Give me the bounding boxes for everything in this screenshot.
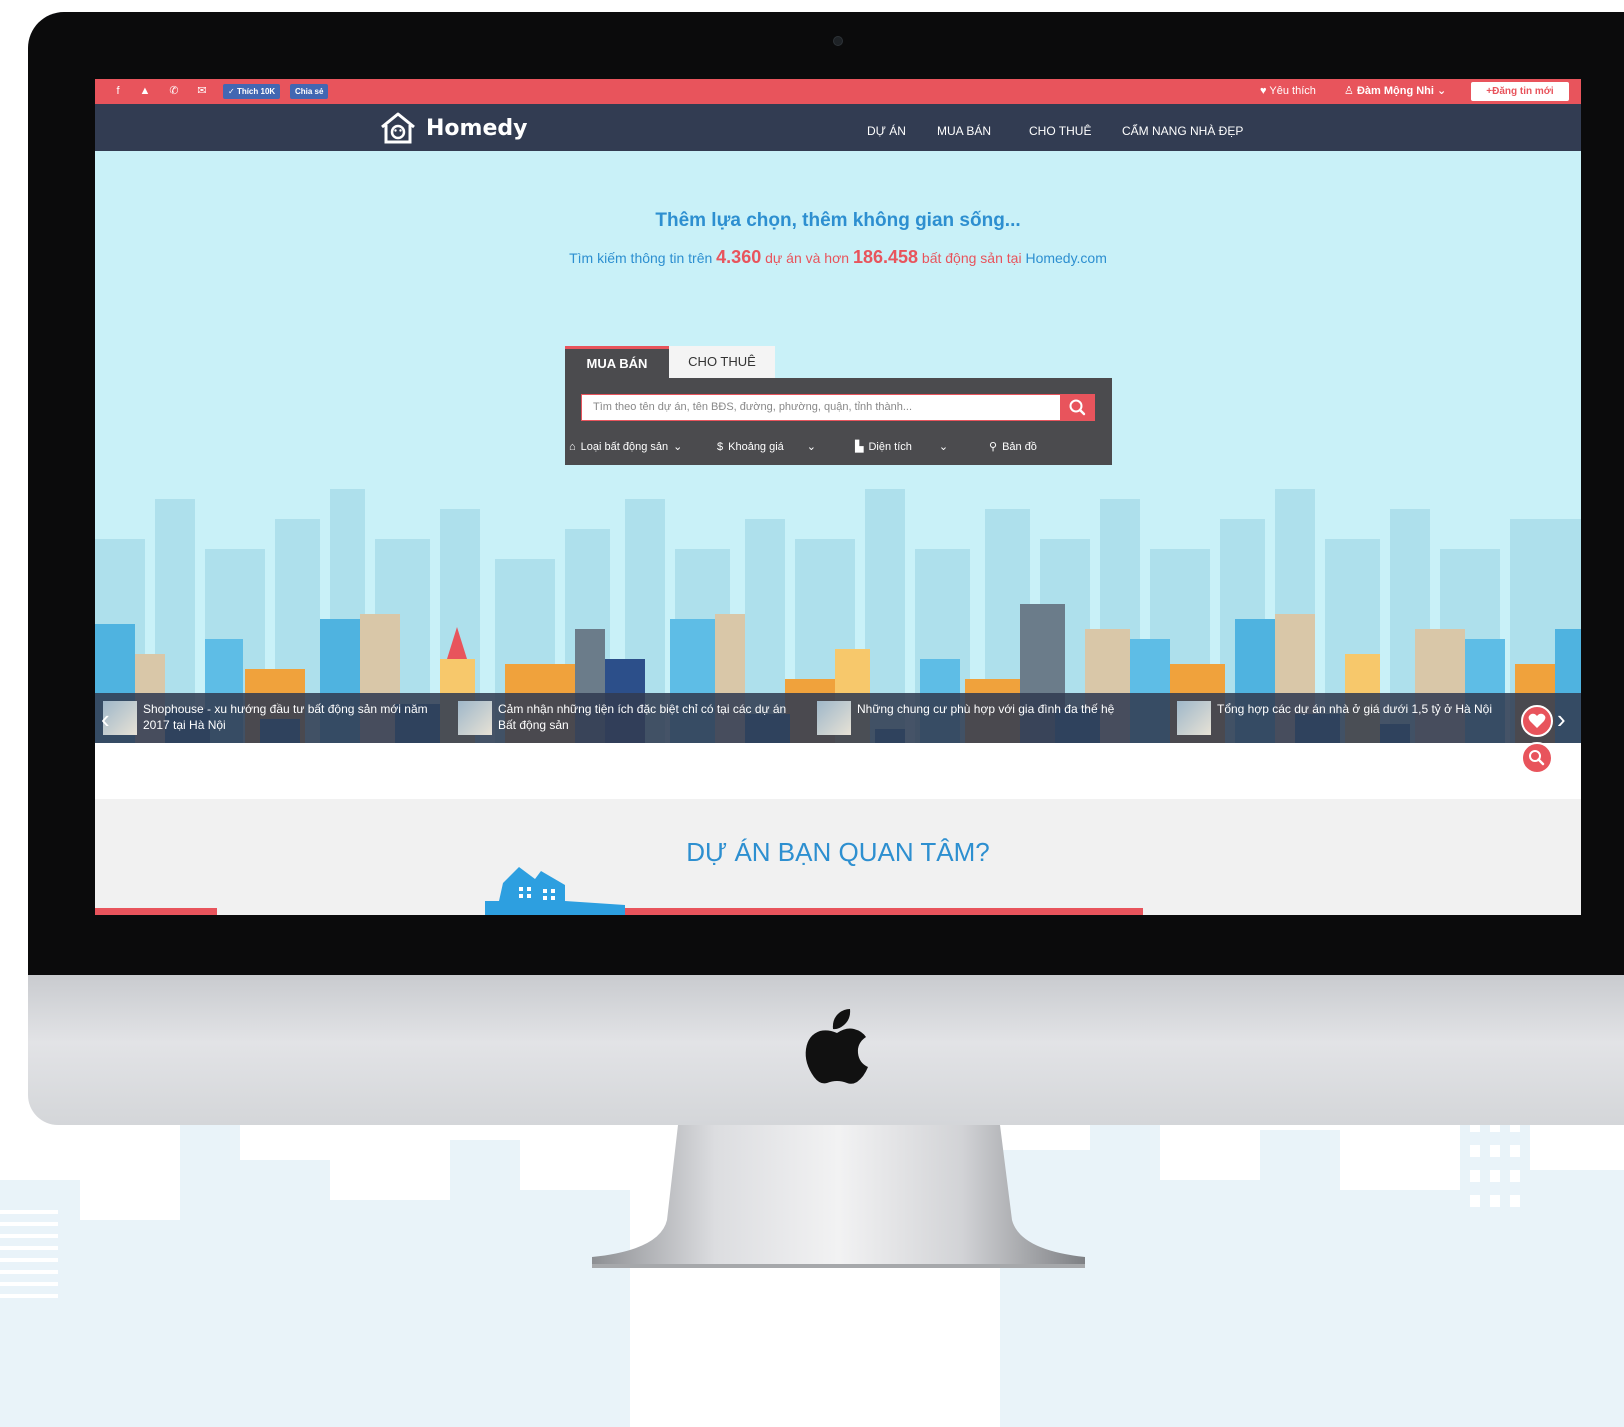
- news-item[interactable]: Tổng hợp các dự án nhà ở giá dưới 1,5 tỷ…: [1177, 701, 1517, 735]
- news-title: Những chung cư phù hợp với gia đình đa t…: [857, 702, 1115, 716]
- map-filter[interactable]: ⚲ Bản đồ: [989, 436, 1037, 458]
- projects-count: 4.360: [716, 247, 762, 267]
- house-illustration-icon: [485, 867, 625, 915]
- homedy-logo[interactable]: Homedy: [378, 108, 527, 148]
- area-icon: ▙: [855, 441, 864, 453]
- chevron-down-icon: ⌄: [1437, 85, 1447, 97]
- top-utility-bar: f ▲ ✆ ✉ ✓ Thích 10K Chia sẻ ♥ Yêu thích …: [95, 79, 1581, 104]
- news-item[interactable]: Những chung cư phù hợp với gia đình đa t…: [817, 701, 1157, 735]
- phone-icon[interactable]: ✆: [167, 85, 181, 97]
- search-panel: Tìm theo tên dự án, tên BĐS, đường, phườ…: [565, 378, 1112, 465]
- news-item[interactable]: Cảm nhận những tiện ích đặc biệt chỉ có …: [458, 701, 798, 735]
- spacer-band: [95, 743, 1581, 799]
- favorite-float-button[interactable]: [1521, 705, 1553, 737]
- news-carousel: Shophouse - xu hướng đầu tư bất động sản…: [95, 693, 1581, 743]
- heart-icon: ♥: [1260, 85, 1267, 97]
- nav-item-du-an[interactable]: DỰ ÁN: [867, 104, 906, 151]
- main-navbar: Homedy DỰ ÁN MUA BÁN CHO THUÊ CẨM NANG N…: [95, 104, 1581, 151]
- youtube-icon[interactable]: ▲: [138, 85, 152, 97]
- hero-sub-mid: dự án và hơn: [765, 250, 850, 266]
- hero-subtitle: Tìm kiếm thông tin trên 4.360 dự án và h…: [95, 247, 1581, 268]
- map-pin-icon: ⚲: [989, 441, 998, 453]
- house-logo-icon: [381, 112, 415, 144]
- tab-cho-thue[interactable]: CHO THUÊ: [669, 346, 775, 378]
- mockup-stage: f ▲ ✆ ✉ ✓ Thích 10K Chia sẻ ♥ Yêu thích …: [0, 0, 1624, 1427]
- user-menu[interactable]: ♙ Đàm Mộng Nhi ⌄: [1344, 79, 1446, 104]
- carousel-next-arrow-icon[interactable]: ›: [1557, 706, 1566, 732]
- facebook-share-button[interactable]: Chia sẻ: [290, 84, 329, 99]
- tab-mua-ban[interactable]: MUA BÁN: [565, 346, 669, 378]
- section-tab-strip: [95, 908, 217, 915]
- favorite-label: Yêu thích: [1269, 85, 1316, 97]
- news-item[interactable]: Shophouse - xu hướng đầu tư bất động sản…: [103, 701, 443, 735]
- apple-logo-icon: [805, 1009, 868, 1084]
- search-float-button[interactable]: [1521, 742, 1553, 774]
- user-icon: ♙: [1344, 85, 1354, 97]
- area-filter[interactable]: ▙ Diện tích ⌄: [855, 436, 948, 458]
- interested-projects-section: DỰ ÁN BẠN QUAN TÂM?: [95, 799, 1581, 915]
- price-tag-icon: $: [717, 441, 724, 453]
- monitor-stand: [592, 1125, 1085, 1268]
- news-title: Cảm nhận những tiện ích đặc biệt chỉ có …: [498, 702, 787, 732]
- area-label: Diện tích: [868, 441, 912, 453]
- nav-item-mua-ban[interactable]: MUA BÁN: [937, 104, 991, 151]
- post-label: Đăng tin mới: [1492, 86, 1554, 97]
- site-name: Homedy.com: [1025, 250, 1107, 266]
- brand-name: Homedy: [426, 115, 528, 141]
- chevron-down-icon: ⌄: [938, 441, 949, 453]
- news-title: Tổng hợp các dự án nhà ở giá dưới 1,5 tỷ…: [1217, 702, 1493, 716]
- news-thumbnail: [1177, 701, 1211, 735]
- house-icon: ⌂: [569, 441, 576, 453]
- hero-title: Thêm lựa chọn, thêm không gian sống...: [655, 210, 1021, 231]
- post-listing-button[interactable]: +Đăng tin mới: [1471, 82, 1569, 101]
- search-input[interactable]: Tìm theo tên dự án, tên BĐS, đường, phườ…: [581, 394, 1061, 421]
- like-label: Thích 10K: [236, 87, 276, 96]
- carousel-prev-arrow-icon[interactable]: ‹: [101, 706, 110, 732]
- news-thumbnail: [817, 701, 851, 735]
- search-icon: [1069, 399, 1086, 416]
- chevron-down-icon: ⌄: [673, 441, 683, 453]
- heart-icon: [1528, 713, 1546, 728]
- property-type-filter[interactable]: ⌂ Loại bất động sản ⌄: [569, 436, 682, 458]
- news-thumbnail: [458, 701, 492, 735]
- mail-icon[interactable]: ✉: [195, 85, 209, 97]
- hero-sub-prefix: Tìm kiếm thông tin trên: [569, 250, 713, 266]
- section-title: DỰ ÁN BẠN QUAN TÂM?: [686, 837, 990, 867]
- map-label: Bản đồ: [1002, 441, 1037, 453]
- search-icon: [1529, 750, 1545, 766]
- nav-item-cam-nang[interactable]: CẨM NANG NHÀ ĐẸP: [1122, 104, 1243, 151]
- property-type-label: Loại bất động sản: [580, 441, 669, 453]
- hero-sub-suffix: bất động sản tại: [921, 250, 1022, 266]
- favorite-link[interactable]: ♥ Yêu thích: [1260, 79, 1316, 104]
- search-button[interactable]: [1061, 394, 1095, 421]
- user-name: Đàm Mộng Nhi: [1356, 85, 1434, 97]
- price-range-label: Khoảng giá: [728, 441, 784, 453]
- chevron-down-icon: ⌄: [806, 441, 817, 453]
- properties-count: 186.458: [852, 247, 919, 267]
- price-range-filter[interactable]: $ Khoảng giá ⌄: [717, 436, 816, 458]
- website-screen: f ▲ ✆ ✉ ✓ Thích 10K Chia sẻ ♥ Yêu thích …: [95, 79, 1581, 915]
- facebook-like-button[interactable]: ✓ Thích 10K: [223, 84, 281, 99]
- news-title: Shophouse - xu hướng đầu tư bất động sản…: [143, 702, 428, 732]
- camera-icon: [833, 36, 843, 46]
- nav-item-cho-thue[interactable]: CHO THUÊ: [1029, 104, 1091, 151]
- facebook-icon[interactable]: f: [111, 85, 125, 97]
- section-tab-strip: [625, 908, 1143, 915]
